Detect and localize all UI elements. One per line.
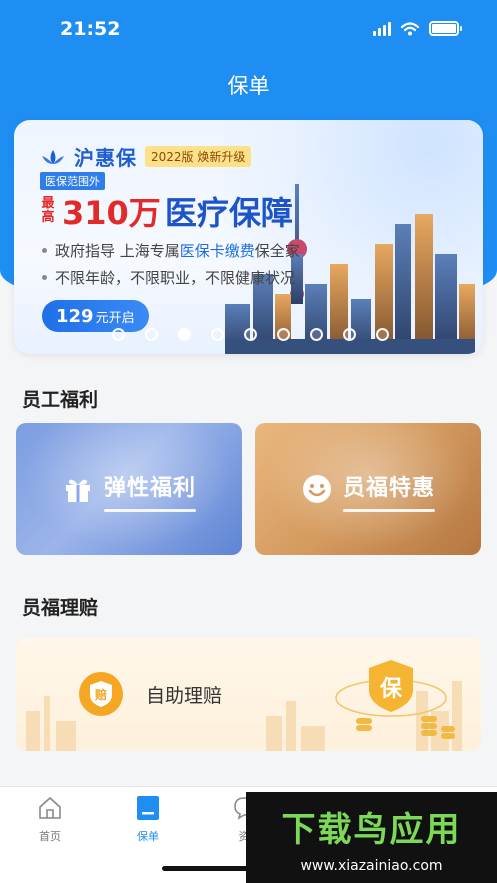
tab-home[interactable]: 首页 xyxy=(20,795,80,844)
carousel-dot[interactable] xyxy=(145,328,158,341)
svg-text:保: 保 xyxy=(379,677,403,702)
brand-name: 沪惠保 xyxy=(74,146,137,170)
banner-bullet-2: 不限年龄，不限职业，不限健康状况 xyxy=(42,267,295,288)
carousel-dot[interactable] xyxy=(178,328,191,341)
welfare-section-title: 员工福利 xyxy=(22,389,99,411)
home-icon xyxy=(39,797,61,819)
page-title: 保单 xyxy=(227,74,270,98)
banner-bullet-1: 政府指导 上海专属 医保卡缴费 保全家 xyxy=(42,240,300,261)
bullet-1-suffix: 保全家 xyxy=(254,242,300,260)
watermark-title: 下载鸟应用 xyxy=(281,810,462,850)
flexible-benefits-card[interactable]: 弹性福利 xyxy=(16,423,242,555)
self-service-claim-label: 自助理赔 xyxy=(146,685,223,707)
tab-policy[interactable]: 保单 xyxy=(118,795,178,844)
carousel-dot[interactable] xyxy=(211,328,224,341)
policy-icon xyxy=(137,796,159,820)
carousel-dot[interactable] xyxy=(376,328,389,341)
tab-home-label: 首页 xyxy=(39,830,61,843)
carousel-dot[interactable] xyxy=(244,328,257,341)
brand-row: 沪惠保 2022版 焕新升级 xyxy=(38,142,252,171)
banner-headline: 最高 310万 医疗保障 xyxy=(40,188,293,234)
watermark-overlay: 下载鸟应用 www.xiazainiao.com xyxy=(246,792,497,883)
status-time: 21:52 xyxy=(60,18,121,40)
carousel-dot[interactable] xyxy=(343,328,356,341)
lotus-logo-icon xyxy=(42,149,64,164)
claims-section-title: 员福理赔 xyxy=(22,597,99,619)
carousel-indicator xyxy=(112,328,389,341)
bullet-2-text: 不限年龄，不限职业，不限健康状况 xyxy=(55,269,296,287)
claim-icon: 赔 xyxy=(79,672,123,716)
status-bar: 21:52 xyxy=(0,0,497,60)
flexible-benefits-label: 弹性福利 xyxy=(103,470,197,512)
bullet-1-text: 政府指导 上海专属 xyxy=(55,242,180,260)
promo-banner[interactable]: 沪惠保 2022版 焕新升级 医保范围外 最高 310万 医疗保障 政府指导 上… xyxy=(14,120,483,354)
headline-amount: 310万 xyxy=(62,194,161,232)
svg-text:赔: 赔 xyxy=(94,687,107,702)
smile-icon xyxy=(302,475,331,503)
headline-prefix: 最高 xyxy=(41,196,55,225)
bullet-1-highlight: 医保卡缴费 xyxy=(179,242,255,260)
cta-suffix: 元开启 xyxy=(95,310,135,326)
status-icons xyxy=(373,21,462,36)
self-service-claim-card[interactable]: 保 赔 自助理赔 xyxy=(16,638,481,751)
version-badge: 2022版 焕新升级 xyxy=(145,146,252,167)
carousel-dot[interactable] xyxy=(112,328,125,341)
wifi-icon xyxy=(401,21,419,35)
shield-coins-illustration: 保 xyxy=(335,660,455,739)
signal-icon xyxy=(373,21,391,36)
tab-policy-label: 保单 xyxy=(137,830,159,843)
staff-discount-card[interactable]: 员福特惠 xyxy=(255,423,481,555)
cta-price: 129 xyxy=(56,305,94,327)
carousel-dot[interactable] xyxy=(310,328,323,341)
watermark-url: www.xiazainiao.com xyxy=(300,858,443,874)
battery-icon xyxy=(429,21,462,36)
headline-text: 医疗保障 xyxy=(164,194,293,232)
staff-discount-label: 员福特惠 xyxy=(342,470,436,512)
carousel-dot[interactable] xyxy=(277,328,290,341)
gift-icon xyxy=(65,479,90,502)
